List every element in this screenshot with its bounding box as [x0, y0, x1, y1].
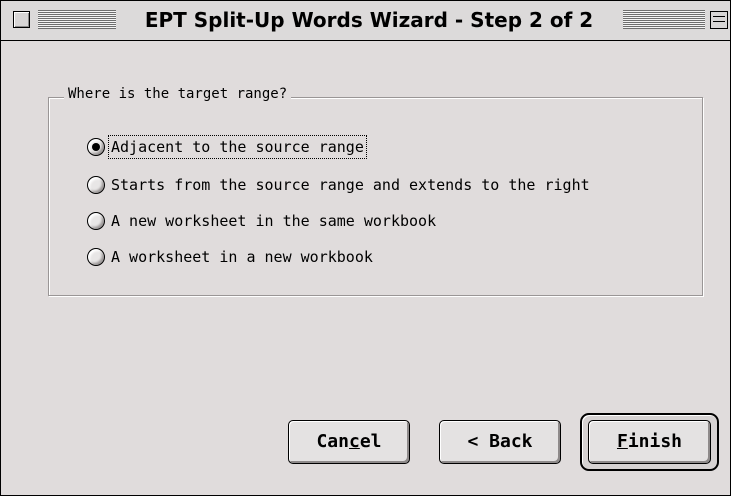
cancel-button[interactable]: Cancel: [288, 420, 410, 464]
finish-button[interactable]: Finish: [588, 420, 711, 464]
option-label[interactable]: A worksheet in a new workbook: [109, 246, 375, 268]
close-box-icon[interactable]: [13, 11, 30, 28]
option-new-workbook[interactable]: A worksheet in a new workbook: [87, 244, 375, 270]
title-bar-stripes-left: [38, 10, 116, 29]
radio-button-icon[interactable]: [87, 248, 105, 266]
title-bar[interactable]: EPT Split-Up Words Wizard - Step 2 of 2: [1, 1, 730, 41]
finish-mnemonic: F: [616, 431, 628, 452]
group-label: Where is the target range?: [64, 83, 292, 105]
option-label[interactable]: Starts from the source range and extends…: [109, 174, 592, 196]
option-extends-right[interactable]: Starts from the source range and extends…: [87, 172, 592, 198]
radio-button-icon[interactable]: [87, 212, 105, 230]
window-title: EPT Split-Up Words Wizard - Step 2 of 2: [117, 6, 621, 34]
cancel-label-part: el: [359, 431, 382, 452]
option-adjacent[interactable]: Adjacent to the source range: [87, 134, 367, 160]
option-new-worksheet[interactable]: A new worksheet in the same workbook: [87, 208, 438, 234]
title-bar-stripes-right: [623, 10, 705, 29]
option-label[interactable]: A new worksheet in the same workbook: [109, 210, 438, 232]
zoom-box-icon[interactable]: [710, 11, 728, 29]
dialog-window: EPT Split-Up Words Wizard - Step 2 of 2 …: [0, 0, 731, 496]
back-button[interactable]: < Back: [439, 420, 561, 464]
cancel-label-part: Can: [316, 431, 349, 452]
radio-button-icon[interactable]: [87, 176, 105, 194]
radio-button-icon[interactable]: [87, 138, 105, 156]
finish-label-part: inish: [627, 431, 683, 452]
cancel-mnemonic: c: [348, 431, 360, 452]
option-label[interactable]: Adjacent to the source range: [108, 135, 367, 159]
